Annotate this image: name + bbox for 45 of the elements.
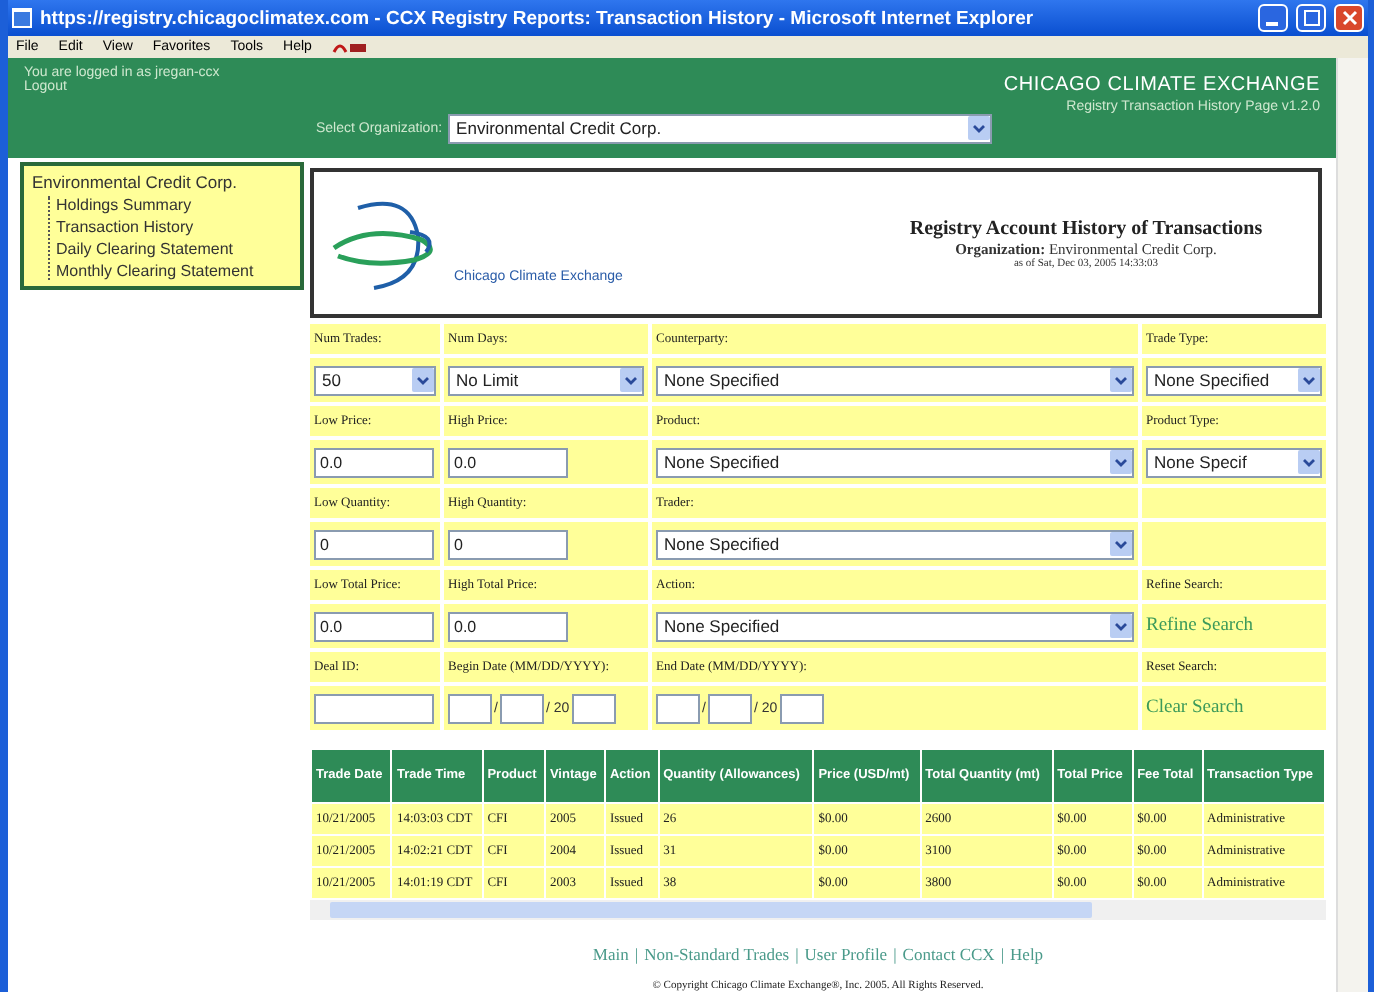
input-field[interactable] [779, 693, 824, 723]
organization-dropdown[interactable]: Environmental Credit Corp. [448, 113, 993, 143]
input-field[interactable] [707, 693, 752, 723]
brand-name: CHICAGO CLIMATE EXCHANGE [1003, 74, 1320, 96]
dropdown[interactable]: 50 [314, 365, 436, 395]
horizontal-scrollbar[interactable] [310, 900, 1326, 920]
maximize-button[interactable] [1296, 4, 1326, 32]
close-icon [1341, 10, 1357, 26]
report-title: Registry Account History of Transactions [909, 217, 1263, 239]
input-field[interactable]: 0 [314, 529, 434, 559]
sidebar-link[interactable]: Daily Clearing Statement [56, 240, 292, 258]
close-button[interactable] [1334, 4, 1364, 32]
input-field[interactable] [314, 693, 434, 723]
input-field[interactable]: 0.0 [314, 447, 434, 477]
dropdown[interactable]: None Specified [656, 529, 1134, 559]
dropdown[interactable]: None Specified [1146, 365, 1322, 395]
input-field[interactable] [448, 693, 492, 723]
window-title: https://registry.chicagoclimatex.com - CCX Registry Reports: Transaction History - Microsoft Internet Explorer [40, 7, 1036, 29]
maximize-icon [1303, 10, 1319, 26]
sidebar-link[interactable]: Monthly Clearing Statement [56, 262, 292, 280]
dropdown[interactable]: None Specified [656, 447, 1134, 477]
link-separator: | [1000, 944, 1005, 964]
input-field[interactable]: 0 [448, 529, 568, 559]
link-separator: | [795, 944, 799, 964]
dropdown[interactable]: None Specif [1146, 447, 1322, 477]
dropdown[interactable]: None Specified [656, 611, 1134, 641]
browser-icon [12, 8, 32, 28]
scrollbar-thumb[interactable] [330, 902, 1092, 918]
dropdown[interactable]: No Limit [448, 365, 644, 395]
footer-link[interactable]: User Profile [804, 944, 888, 964]
organization-name: Environmental Credit Corp. [32, 172, 240, 192]
search-link[interactable]: Refine Search [1146, 616, 1254, 636]
input-field[interactable]: 0.0 [448, 611, 568, 641]
link-separator: | [634, 944, 639, 964]
input-field[interactable] [571, 693, 616, 723]
link-separator: | [893, 944, 897, 964]
vertical-scrollbar[interactable] [1336, 58, 1368, 992]
dropdown[interactable]: None Specified [656, 365, 1134, 395]
minimize-button[interactable] [1258, 4, 1288, 32]
input-field[interactable]: 0.0 [448, 447, 568, 477]
input-field[interactable] [499, 693, 544, 723]
sidebar-link[interactable]: Transaction History [56, 218, 292, 236]
input-field[interactable]: 0.0 [314, 611, 434, 641]
sidebar-link[interactable]: Holdings Summary [56, 196, 292, 214]
input-field[interactable] [656, 693, 700, 723]
